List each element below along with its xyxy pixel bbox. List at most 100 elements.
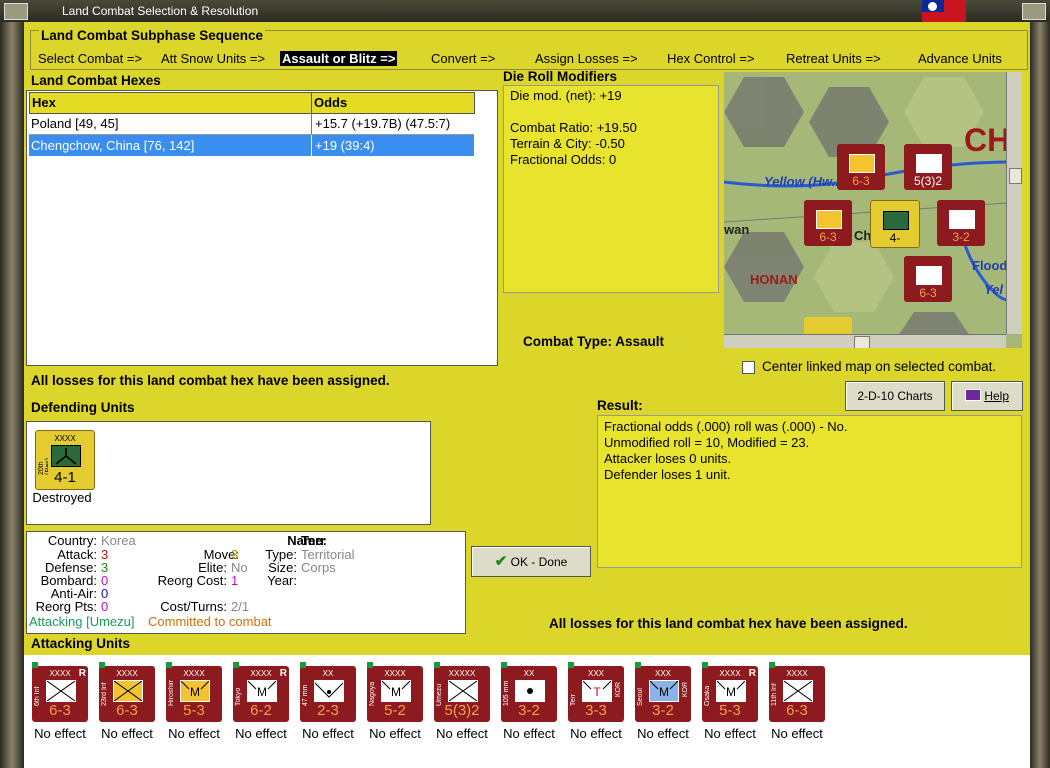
reserve-mark: R (78, 668, 86, 679)
unit-strength: 6-3 (786, 702, 808, 719)
svg-text:T: T (593, 685, 601, 699)
map-counter[interactable]: 6-3 (804, 200, 852, 246)
unit-marker (367, 662, 373, 668)
result-line: Defender loses 1 unit. (604, 467, 731, 482)
map-vscroll-thumb[interactable] (1009, 168, 1022, 184)
charts-button[interactable]: 2-D-10 Charts (845, 381, 945, 411)
attacking-unit[interactable]: XXXXX Umezu 5(3)2 (434, 662, 490, 722)
attacking-unit[interactable]: XXXX Nagoya M 5-2 (367, 662, 423, 722)
unit-symbol-icon: M (180, 680, 210, 702)
unit-status: No effect (168, 726, 220, 741)
map-label-flood: Flood (972, 258, 1008, 273)
center-map-checkbox[interactable] (742, 361, 755, 374)
linked-map[interactable]: CH Yellow (Hw... HONAN Flood Yel Ch wan … (724, 72, 1022, 348)
unit-symbol-icon (46, 680, 76, 702)
unit-status: No effect (704, 726, 756, 741)
size-value: Corps (301, 560, 336, 575)
hex-row-selected[interactable]: Chengchow, China [76, 142] +19 (39:4) (29, 135, 474, 156)
unit-marker (769, 662, 775, 668)
unit-status: No effect (34, 726, 86, 741)
unit-status: No effect (771, 726, 823, 741)
unit-marker (434, 662, 440, 668)
attacking-unit[interactable]: XX 105 mm 3-2 (501, 662, 557, 722)
hex-row[interactable]: Poland [49, 45] +15.7 (+19.7B) (47.5:7) (29, 113, 474, 135)
svg-text:M: M (257, 685, 267, 699)
attacking-unit[interactable]: XXXX 11th Inf 6-3 (769, 662, 825, 722)
unit-symbol-icon: M (716, 680, 746, 702)
col-hex[interactable]: Hex (29, 92, 313, 114)
system-menu-button[interactable] (4, 3, 28, 20)
attacking-unit[interactable]: XXXX 6th Inf 6-3 R (32, 662, 88, 722)
unit-size: XXXX (54, 434, 76, 443)
result-heading: Result: (597, 398, 643, 413)
col-odds[interactable]: Odds (311, 92, 475, 114)
attacking-unit[interactable]: XX 47 mm 2-3 (300, 662, 356, 722)
unit-size: XX (322, 669, 334, 678)
done-button[interactable]: ✔ OK - Done (471, 546, 591, 577)
reorgcost-label: Reorg Cost: (157, 573, 227, 588)
map-counter-defender[interactable]: 4- (870, 200, 920, 248)
unit-status: No effect (302, 726, 354, 741)
unit-size: XXXX (786, 669, 808, 678)
unit-status: No effect (235, 726, 287, 741)
hex-odds: +19 (39:4) (315, 138, 375, 153)
unit-symbol-icon (314, 680, 344, 702)
close-button[interactable] (1022, 3, 1046, 20)
svg-text:M: M (190, 685, 200, 699)
modifiers-box: Die mod. (net): +19 Combat Ratio: +19.50… (503, 85, 719, 293)
unit-marker (233, 662, 239, 668)
kor-mark: KOR (682, 682, 689, 698)
reserve-mark: R (279, 668, 287, 679)
map-counter[interactable]: 6-3 (904, 256, 952, 302)
attacking-list: XXXX 6th Inf 6-3 R No effect XXXX 23rd Inf 6-3 N… (24, 655, 1030, 768)
map-hscroll[interactable] (724, 334, 1006, 348)
defending-unit[interactable]: XXXX 20th (Res) 4-1 (35, 430, 95, 490)
unit-strength: 3-2 (652, 702, 674, 719)
mod-line (510, 104, 712, 120)
unit-symbol-icon: M (247, 680, 277, 702)
attacking-unit[interactable]: XXXX Tokyo M 6-2 R (233, 662, 289, 722)
hex-odds: +15.7 (+19.7B) (47.5:7) (315, 116, 451, 131)
step-assault-blitz: Assault or Blitz => (280, 51, 398, 66)
unit-strength: 5-3 (719, 702, 741, 719)
attacking-unit[interactable]: XXXX Hiroshima M 5-3 (166, 662, 222, 722)
unit-marker (99, 662, 105, 668)
map-counter[interactable]: 5(3)2 (904, 144, 952, 190)
attacking-unit[interactable]: XXX Terr T 3-3 KOR (568, 662, 624, 722)
unit-strength: 4-1 (54, 469, 76, 486)
help-button[interactable]: Help (951, 381, 1023, 411)
costturns-label: Cost/Turns: (160, 599, 227, 614)
bottom-losses-message: All losses for this land combat hex have… (549, 616, 908, 631)
map-label-city: CH (964, 122, 1011, 158)
step-att-snow: Att Snow Units => (161, 51, 266, 66)
attacking-unit[interactable]: XXXX Osaka M 5-3 R (702, 662, 758, 722)
subphase-sequence: Land Combat Subphase Sequence Select Com… (30, 28, 1028, 70)
map-label-wan: wan (724, 222, 750, 237)
unit-symbol-icon (113, 680, 143, 702)
country-value: Korea (101, 533, 136, 548)
kor-mark: KOR (615, 682, 622, 698)
losses-message: All losses for this land combat hex have… (31, 373, 390, 388)
step-retreat: Retreat Units => (786, 51, 881, 66)
attacking-heading: Attacking Units (31, 636, 131, 651)
map-counter[interactable]: 3-2 (937, 200, 985, 246)
svg-text:M: M (726, 685, 736, 699)
territorial-symbol-icon (51, 445, 81, 467)
map-hscroll-thumb[interactable] (854, 336, 870, 348)
unit-symbol-icon: M (381, 680, 411, 702)
attacking-unit[interactable]: XXX Seoul M 3-2 KOR (635, 662, 691, 722)
unit-strength: 5-2 (384, 702, 406, 719)
defending-heading: Defending Units (31, 400, 135, 415)
unit-size: XXXXX (448, 669, 476, 678)
unit-marker (635, 662, 641, 668)
combat-type-label: Combat Type: (523, 334, 613, 349)
frame-right (1030, 22, 1050, 768)
subphase-heading: Land Combat Subphase Sequence (39, 28, 266, 43)
map-counter[interactable]: 6-3 (837, 144, 885, 190)
committed-status: Committed to combat (148, 614, 272, 629)
map-vscroll[interactable] (1006, 72, 1022, 334)
window-title: Land Combat Selection & Resolution (62, 4, 259, 18)
unit-strength: 6-3 (116, 702, 138, 719)
attacking-unit[interactable]: XXXX 23rd Inf 6-3 (99, 662, 155, 722)
hexes-list[interactable]: Hex Odds Poland [49, 45] +15.7 (+19.7B) … (26, 90, 498, 366)
